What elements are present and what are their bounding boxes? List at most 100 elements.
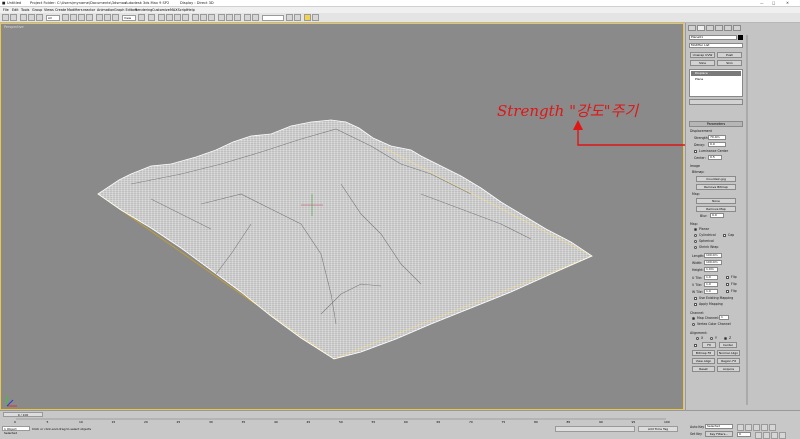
mirror-icon[interactable] — [200, 14, 207, 21]
pivot-icon[interactable] — [138, 14, 145, 21]
acquire-button[interactable]: Acquire — [717, 366, 740, 372]
push-button[interactable]: Push — [717, 52, 742, 58]
v-flip-checkbox[interactable] — [726, 283, 729, 286]
modifier-list-dropdown[interactable]: Modifier List — [689, 43, 743, 48]
width-spinner[interactable]: 100.0m — [704, 260, 722, 265]
menu-customize[interactable]: Customize — [152, 8, 170, 12]
current-frame-field[interactable]: 0 — [737, 432, 751, 437]
select-move-icon[interactable] — [96, 14, 103, 21]
redo-icon[interactable] — [10, 14, 17, 21]
zoom-icon[interactable] — [755, 432, 762, 439]
use-existing-mapping-checkbox[interactable] — [694, 297, 697, 300]
center-button[interactable]: Center — [719, 342, 737, 348]
named-selection-icon[interactable] — [192, 14, 199, 21]
menu-edit[interactable]: Edit — [12, 8, 19, 12]
display-tab-icon[interactable] — [724, 25, 732, 31]
schematic-view-icon[interactable] — [234, 14, 241, 21]
reference-coord-dropdown[interactable]: View — [122, 15, 136, 21]
align-y-radio[interactable] — [710, 337, 713, 340]
perspective-viewport[interactable]: Perspective — [0, 23, 684, 410]
v-tile-spinner[interactable]: 1.0 — [704, 282, 718, 287]
menu-file[interactable]: File — [3, 8, 9, 12]
w-tile-spinner[interactable]: 1.0 — [704, 289, 718, 294]
panel-scrollbar[interactable] — [746, 35, 748, 405]
menu-animation[interactable]: Animation — [97, 8, 114, 12]
menu-tools[interactable]: Tools — [21, 8, 29, 12]
menu-modifiers[interactable]: Modifiers — [67, 8, 82, 12]
stack-item-plane[interactable]: Plane — [691, 77, 741, 82]
view-align-button[interactable]: View Align — [692, 358, 715, 364]
window-crossing-icon[interactable] — [86, 14, 93, 21]
unwrap-uvw-button[interactable]: Unwrap UVW — [690, 52, 715, 58]
u-tile-spinner[interactable]: 1.0 — [704, 275, 718, 280]
cylindrical-radio[interactable] — [694, 234, 697, 237]
unlink-icon[interactable] — [28, 14, 35, 21]
create-tab-icon[interactable] — [688, 25, 696, 31]
height-spinner[interactable]: 1.0m — [704, 267, 718, 272]
select-manipulate-icon[interactable] — [148, 14, 155, 21]
close-button[interactable]: ✕ — [786, 1, 789, 5]
spherical-radio[interactable] — [694, 240, 697, 243]
remove-bitmap-button[interactable]: Remove Bitmap — [696, 184, 736, 190]
skin-button[interactable]: Skin — [717, 60, 742, 66]
vertex-color-radio[interactable] — [692, 323, 695, 326]
play-icon[interactable] — [753, 424, 760, 431]
u-flip-checkbox[interactable] — [726, 276, 729, 279]
map-channel-spinner[interactable]: 1 — [719, 315, 729, 320]
center-spinner[interactable]: 0.5 — [708, 155, 722, 160]
stack-item-displace[interactable]: Displace — [691, 71, 741, 76]
reactor-icon-2[interactable] — [312, 14, 319, 21]
align-icon[interactable] — [208, 14, 215, 21]
select-object-icon[interactable] — [62, 14, 69, 21]
reactor-icon[interactable] — [304, 14, 311, 21]
menu-graph-editors[interactable]: Graph Editors — [114, 8, 137, 12]
render-production-icon[interactable] — [294, 14, 301, 21]
rect-selection-icon[interactable] — [78, 14, 85, 21]
slice-button[interactable]: Slice — [690, 60, 715, 66]
menu-rendering[interactable]: Rendering — [135, 8, 152, 12]
menu-create[interactable]: Create — [55, 8, 66, 12]
maximize-button[interactable]: □ — [772, 1, 775, 5]
curve-editor-icon[interactable] — [226, 14, 233, 21]
region-fit-button[interactable]: Region Fit — [717, 358, 740, 364]
menu-group[interactable]: Group — [32, 8, 42, 12]
menu-maxscript[interactable]: MAXScript — [170, 8, 187, 12]
render-type-dropdown[interactable] — [262, 15, 284, 21]
planar-radio[interactable] — [694, 228, 697, 231]
link-icon[interactable] — [20, 14, 27, 21]
render-setup-icon[interactable] — [252, 14, 259, 21]
align-x-radio[interactable] — [696, 337, 699, 340]
select-scale-icon[interactable] — [112, 14, 119, 21]
modify-tab-icon[interactable] — [697, 25, 705, 31]
bitmap-fit-button[interactable]: Bitmap Fit — [692, 350, 715, 356]
goto-start-icon[interactable] — [737, 424, 744, 431]
menu-help[interactable]: Help — [187, 8, 195, 12]
snap-toggle-icon[interactable] — [158, 14, 165, 21]
select-rotate-icon[interactable] — [104, 14, 111, 21]
map-channel-radio[interactable] — [692, 317, 695, 320]
angle-snap-icon[interactable] — [166, 14, 173, 21]
layer-manager-icon[interactable] — [218, 14, 225, 21]
maximize-viewport-icon[interactable] — [779, 432, 786, 439]
prev-frame-icon[interactable] — [745, 424, 752, 431]
next-frame-icon[interactable] — [761, 424, 768, 431]
bind-space-warp-icon[interactable] — [36, 14, 43, 21]
length-spinner[interactable]: 100.0m — [704, 253, 722, 258]
remove-map-button[interactable]: Remove Map — [696, 206, 736, 212]
key-filters-button[interactable]: Key Filters... — [705, 431, 733, 437]
undo-icon[interactable] — [2, 14, 9, 21]
blur-spinner[interactable]: 0.0 — [710, 213, 724, 218]
pan-icon[interactable] — [763, 432, 770, 439]
orbit-icon[interactable] — [771, 432, 778, 439]
hierarchy-tab-icon[interactable] — [706, 25, 714, 31]
selected-dropdown[interactable]: Selected — [705, 424, 733, 429]
motion-tab-icon[interactable] — [715, 25, 723, 31]
goto-end-icon[interactable] — [769, 424, 776, 431]
percent-snap-icon[interactable] — [174, 14, 181, 21]
menu-views[interactable]: Views — [44, 8, 54, 12]
object-color-swatch[interactable] — [738, 35, 743, 40]
bitmap-button[interactable]: mountain.jpg — [696, 176, 736, 182]
strength-spinner[interactable]: 70.0m — [708, 135, 726, 140]
add-time-tag-button[interactable]: Add Time Tag — [638, 426, 678, 432]
w-flip-checkbox[interactable] — [726, 290, 729, 293]
